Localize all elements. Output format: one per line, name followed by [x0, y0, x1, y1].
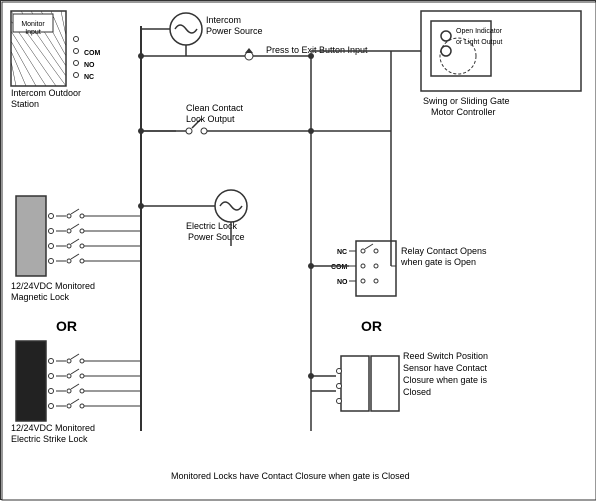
svg-text:Intercom: Intercom — [206, 15, 241, 25]
svg-text:Power Source: Power Source — [188, 232, 245, 242]
svg-text:COM: COM — [84, 50, 101, 57]
svg-text:Magnetic Lock: Magnetic Lock — [11, 292, 70, 302]
svg-text:NO: NO — [84, 62, 95, 69]
svg-text:COM: COM — [331, 264, 348, 271]
svg-text:Reed Switch Position: Reed Switch Position — [403, 351, 488, 361]
svg-text:Monitor: Monitor — [21, 21, 45, 28]
svg-text:Electric Strike Lock: Electric Strike Lock — [11, 434, 88, 444]
svg-text:NC: NC — [337, 249, 347, 256]
svg-text:Power Source: Power Source — [206, 26, 263, 36]
svg-text:Monitored Locks have Contact C: Monitored Locks have Contact Closure whe… — [171, 471, 410, 481]
svg-text:Sensor have Contact: Sensor have Contact — [403, 363, 488, 373]
svg-text:12/24VDC Monitored: 12/24VDC Monitored — [11, 423, 95, 433]
svg-text:NO: NO — [337, 279, 348, 286]
svg-text:12/24VDC Monitored: 12/24VDC Monitored — [11, 281, 95, 291]
svg-text:Clean Contact: Clean Contact — [186, 103, 244, 113]
svg-text:Open Indicator: Open Indicator — [456, 28, 503, 35]
svg-text:Closure when gate is: Closure when gate is — [403, 375, 488, 385]
svg-text:OR: OR — [56, 318, 77, 334]
svg-text:Closed: Closed — [403, 387, 431, 397]
svg-text:Motor Controller: Motor Controller — [431, 107, 496, 117]
svg-text:Station: Station — [11, 99, 39, 109]
svg-text:Swing or Sliding Gate: Swing or Sliding Gate — [423, 96, 510, 106]
svg-text:Intercom Outdoor: Intercom Outdoor — [11, 88, 81, 98]
svg-text:or Light Output: or Light Output — [456, 39, 502, 46]
svg-text:Input: Input — [25, 29, 41, 36]
svg-text:Electric Lock: Electric Lock — [186, 221, 238, 231]
svg-text:when gate is Open: when gate is Open — [400, 257, 476, 267]
svg-text:Press to Exit Button Input: Press to Exit Button Input — [266, 45, 368, 55]
svg-text:Relay Contact Opens: Relay Contact Opens — [401, 246, 487, 256]
svg-text:Lock Output: Lock Output — [186, 114, 235, 124]
wiring-diagram: Monitor Input COM NO NC Intercom Outdoor… — [0, 0, 596, 500]
svg-text:NC: NC — [84, 74, 94, 81]
svg-text:OR: OR — [361, 318, 382, 334]
